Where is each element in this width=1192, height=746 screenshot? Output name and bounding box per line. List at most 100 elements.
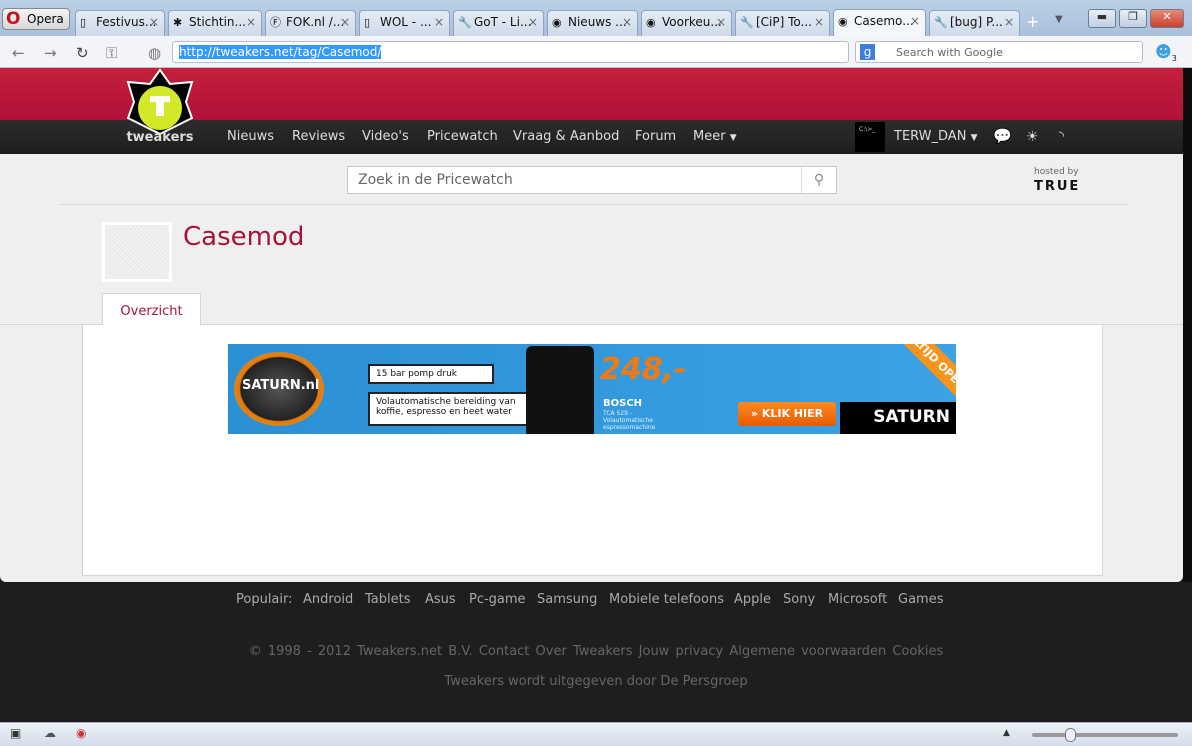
- palm-icon: ✱: [173, 16, 183, 29]
- sun-icon[interactable]: ☀: [1026, 129, 1039, 145]
- close-tab-icon[interactable]: ×: [528, 15, 538, 29]
- google-icon: g: [860, 44, 875, 60]
- footer-link[interactable]: Contact: [479, 644, 530, 659]
- ad-feature-2: Volautomatische bereiding van koffie, es…: [368, 392, 536, 426]
- ad-product-brand: BOSCH: [603, 398, 643, 409]
- popular-link[interactable]: Pc-game: [469, 592, 526, 607]
- browser-tab[interactable]: ◉ Nieuws ... ×: [547, 10, 638, 36]
- footer-link[interactable]: Jouw privacy: [639, 644, 724, 659]
- nav-item[interactable]: Vraag & Aanbod: [513, 129, 619, 144]
- minimize-button[interactable]: ▬: [1088, 9, 1116, 28]
- popular-link[interactable]: Apple: [734, 592, 771, 607]
- browser-tab[interactable]: 🔧 [bug] P... ×: [929, 10, 1020, 36]
- opera-menu-button[interactable]: O Opera: [2, 8, 70, 30]
- klik-hier-button[interactable]: » KLIK HIER: [738, 402, 836, 426]
- rss-icon[interactable]: ◝: [1059, 129, 1064, 144]
- ad-brand: SATURN.nl: [242, 378, 320, 393]
- browser-tab[interactable]: ✱ Stichtin... ×: [168, 10, 262, 36]
- view-icon[interactable]: ▲: [1003, 728, 1010, 738]
- back-icon[interactable]: ←: [12, 44, 25, 62]
- url-input[interactable]: http://tweakers.net/tag/Casemod/: [172, 41, 849, 63]
- close-tab-icon[interactable]: ×: [910, 14, 920, 28]
- footer-link[interactable]: Cookies: [892, 644, 943, 659]
- web-page: Nieuws Reviews Video's Pricewatch Vraag & Aa…: [0, 68, 1183, 582]
- browser-tab[interactable]: ▯ Festivus... ×: [75, 10, 165, 36]
- popular-link[interactable]: Android: [303, 592, 353, 607]
- popular-link[interactable]: Asus: [425, 592, 456, 607]
- close-tab-icon[interactable]: ×: [622, 15, 632, 29]
- notification-icon[interactable]: ◉: [76, 726, 86, 740]
- saturn-logo: SATURN: [840, 402, 956, 434]
- popular-link[interactable]: Samsung: [537, 592, 597, 607]
- ghostery-icon[interactable]: ☻3: [1155, 42, 1177, 63]
- browser-tab[interactable]: ◉ Casemo... ×: [833, 9, 926, 37]
- footer-link[interactable]: Over Tweakers: [536, 644, 633, 659]
- fok-icon: Ⓕ: [270, 16, 281, 29]
- close-tab-icon[interactable]: ×: [340, 15, 350, 29]
- divider: [58, 204, 1128, 205]
- popular-link[interactable]: Tablets: [365, 592, 411, 607]
- close-tab-icon[interactable]: ×: [1004, 15, 1014, 29]
- ad-price: 248,-: [600, 352, 687, 387]
- browser-tab[interactable]: ◉ Voorkeu... ×: [641, 10, 732, 36]
- saturn-ad-banner[interactable]: SATURN.nl 15 bar pomp druk Volautomatisc…: [228, 344, 956, 434]
- tab-list-dropdown-icon[interactable]: ▼: [1055, 14, 1063, 25]
- close-tab-icon[interactable]: ×: [434, 15, 444, 29]
- nav-item[interactable]: Meer ▼: [693, 129, 737, 144]
- footer-links: © 1998 - 2012 Tweakers.net B.V. Contact …: [248, 644, 944, 659]
- reload-icon[interactable]: ↻: [76, 44, 89, 62]
- address-toolbar: ← → ↻ ⚿ ◍ http://tweakers.net/tag/Casemo…: [0, 36, 1192, 68]
- close-tab-icon[interactable]: ×: [716, 15, 726, 29]
- new-tab-button[interactable]: +: [1026, 12, 1039, 31]
- popular-label: Populair:: [236, 592, 293, 607]
- zoom-slider[interactable]: [1032, 733, 1178, 737]
- ad-feature-1: 15 bar pomp druk: [368, 364, 494, 384]
- close-tab-icon[interactable]: ×: [149, 15, 159, 29]
- footer-link[interactable]: Algemene voorwaarden: [729, 644, 886, 659]
- zoom-slider-handle[interactable]: [1065, 728, 1076, 742]
- cloud-icon[interactable]: ☁: [44, 726, 56, 740]
- forward-icon[interactable]: →: [44, 44, 57, 62]
- nav-item[interactable]: Forum: [635, 129, 676, 144]
- popular-link[interactable]: Games: [898, 592, 943, 607]
- panel-toggle-icon[interactable]: ▣: [10, 726, 21, 740]
- key-icon[interactable]: ⚿: [106, 44, 117, 62]
- tag-thumbnail: [102, 222, 172, 282]
- close-window-button[interactable]: ✕: [1150, 9, 1184, 28]
- coffee-machine-image: [526, 346, 594, 434]
- close-tab-icon[interactable]: ×: [246, 15, 256, 29]
- tweakers-icon: ◉: [552, 16, 562, 29]
- pricewatch-search-input[interactable]: Zoek in de Pricewatch ⚲: [347, 166, 837, 194]
- tweakers-logo[interactable]: tweakers: [112, 68, 208, 144]
- user-avatar[interactable]: C:\>_: [855, 122, 885, 152]
- nav-item[interactable]: Video's: [362, 129, 409, 144]
- google-search-input[interactable]: g Search with Google: [855, 41, 1143, 63]
- close-tab-icon[interactable]: ×: [814, 15, 824, 29]
- tweakers-icon: ◉: [838, 15, 848, 28]
- nav-item[interactable]: Pricewatch: [427, 129, 498, 144]
- search-icon[interactable]: ⚲: [801, 167, 836, 193]
- tweakers-icon: ◉: [646, 16, 656, 29]
- tab-overzicht[interactable]: Overzicht: [102, 293, 201, 325]
- wrench-icon: 🔧: [740, 16, 754, 29]
- chat-icon[interactable]: 💬: [993, 127, 1012, 145]
- browser-tab-bar: O Opera ▯ Festivus... × ✱ Stichtin... × Ⓕ FOK.nl…: [0, 0, 1192, 37]
- true-logo[interactable]: TRUE: [1034, 179, 1080, 194]
- site-footer: Populair: Android Tablets Asus Pc-game Samsun…: [0, 582, 1192, 722]
- popular-link[interactable]: Microsoft: [828, 592, 887, 607]
- user-menu[interactable]: TERW_DAN ▼: [894, 129, 977, 144]
- svg-text:tweakers: tweakers: [126, 130, 193, 144]
- popular-link[interactable]: Mobiele telefoons: [609, 592, 724, 607]
- page-icon: ▯: [80, 16, 87, 29]
- popular-link[interactable]: Sony: [783, 592, 815, 607]
- ad-corner-ribbon: ALTIJD OPEN!: [894, 344, 956, 407]
- restore-button[interactable]: ❐: [1119, 9, 1147, 28]
- nav-item[interactable]: Reviews: [292, 129, 345, 144]
- browser-tab[interactable]: Ⓕ FOK.nl /... ×: [265, 10, 356, 36]
- nav-item[interactable]: Nieuws: [227, 129, 274, 144]
- page-icon: ▯: [364, 16, 371, 29]
- browser-tab[interactable]: ▯ WOL - ... ×: [359, 10, 450, 36]
- browser-tab[interactable]: 🔧 GoT - Li... ×: [453, 10, 544, 36]
- globe-icon[interactable]: ◍: [148, 44, 161, 62]
- browser-tab[interactable]: 🔧 [CiP] To... ×: [735, 10, 830, 36]
